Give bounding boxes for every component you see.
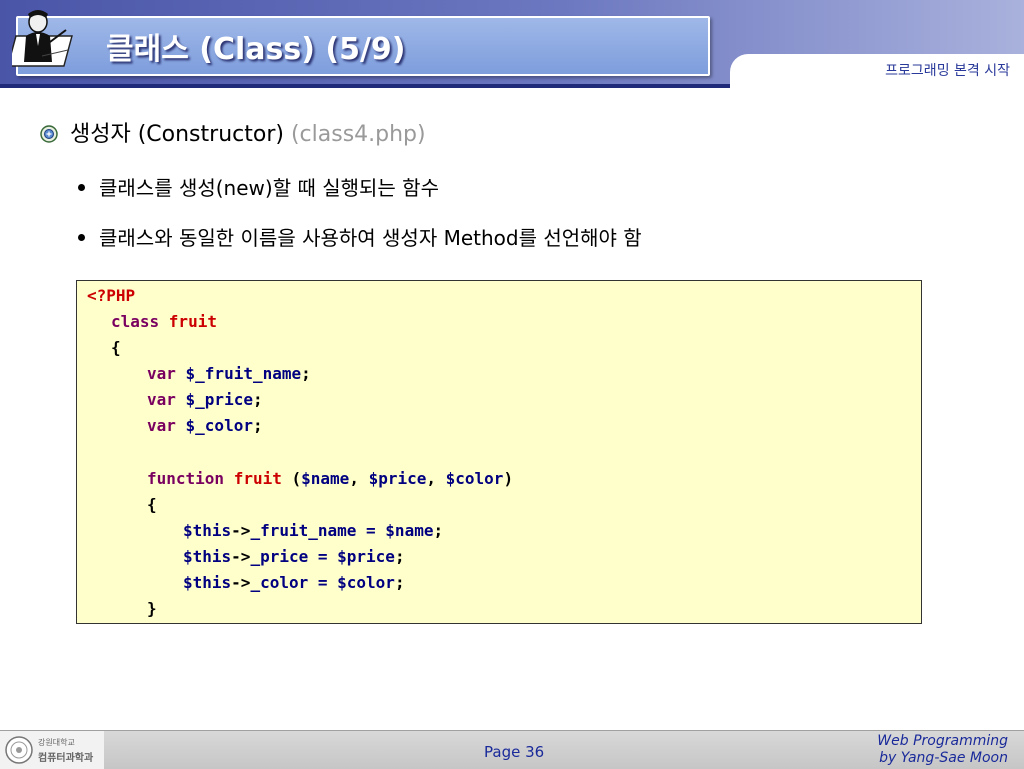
code-comma: , [349,469,369,488]
code-close-brace: } [147,599,157,618]
code-var-keyword: var [147,416,186,435]
code-line-8: function fruit ($name, $price, $color) [147,469,513,489]
footer-credit: Web Programming by Yang-Sae Moon [877,733,1008,767]
code-comma: , [426,469,446,488]
code-class-name: fruit [168,312,217,331]
code-arrow: -> [231,547,251,566]
code-this: $this [183,573,232,592]
code-line-13: } [147,599,157,619]
code-param: $color [445,469,504,488]
code-class-keyword: class [111,312,169,331]
code-variable: $_color [185,416,253,435]
code-block: <?PHP class fruit { var $_fruit_name; va… [76,280,922,624]
code-value: $price [337,547,395,566]
section-subtitle: 프로그래밍 본격 시작 [885,63,1010,79]
university-seal-icon [5,736,33,764]
bullet-item-2: 클래스와 동일한 이름을 사용하여 생성자 Method를 선언해야 함 [78,222,642,251]
code-variable: $_fruit_name [185,364,302,383]
university-emblem-bullet-icon [40,125,58,143]
credit-course: Web Programming [877,733,1008,749]
code-arrow: -> [231,573,251,592]
bullet-item-1: 클래스를 생성(new)할 때 실행되는 함수 [78,172,439,201]
code-value: $name [385,521,434,540]
code-param: $price [368,469,427,488]
main-heading: 생성자 (Constructor) (class4.php) [40,116,426,148]
credit-author: by Yang-Sae Moon [879,750,1008,766]
code-open-brace: { [111,338,121,357]
code-line-2: class fruit [111,312,217,332]
code-function-keyword: function [147,469,234,488]
code-semicolon: ; [252,390,263,409]
heading-filename: (class4.php) [290,122,426,147]
code-line-5: var $_price; [147,390,263,410]
code-line-12: $this->_color = $color; [183,573,405,593]
code-semicolon: ; [252,416,263,435]
code-line-3: { [111,338,121,358]
code-this: $this [183,547,232,566]
presenter-figure-icon [12,10,73,67]
code-param: $name [301,469,350,488]
code-semicolon: ; [394,573,405,592]
code-open-brace: { [147,495,157,514]
code-line-11: $this->_price = $price; [183,547,405,567]
code-line-10: $this->_fruit_name = $name; [183,521,443,541]
code-this: $this [183,521,232,540]
footer-logo-text-top: 강원대학교 [38,738,75,747]
code-semicolon: ; [301,364,311,383]
title-box: 클래스 (Class) (5/9) [16,16,710,76]
footer-bar: 강원대학교 컴퓨터과학과 Page 36 Web Programming by … [0,730,1024,769]
code-var-keyword: var [147,364,186,383]
page-number: Page 36 [484,743,545,761]
code-semicolon: ; [433,521,444,540]
code-line-4: var $_fruit_name; [147,364,311,384]
code-php-open-tag: <?PHP [87,286,136,305]
code-line-1: <?PHP [87,286,135,306]
heading-text: 생성자 (Constructor) [70,122,284,147]
code-property: _color = [250,573,338,592]
subtitle-tab: 프로그래밍 본격 시작 [730,54,1024,88]
footer-logo: 강원대학교 컴퓨터과학과 [0,731,104,769]
bullet-dot-icon [78,234,85,241]
code-semicolon: ; [394,547,405,566]
code-property: _price = [250,547,338,566]
code-arrow: -> [231,521,251,540]
code-property: _fruit_name = [250,521,386,540]
code-var-keyword: var [147,390,186,409]
code-function-name: fruit [233,469,282,488]
bullet-text: 클래스를 생성(new)할 때 실행되는 함수 [99,176,439,200]
code-variable: $_price [185,390,253,409]
footer-logo-text-bottom: 컴퓨터과학과 [38,753,94,764]
code-line-9: { [147,495,157,515]
code-paren-open: ( [281,469,302,488]
code-value: $color [337,573,395,592]
slide-title: 클래스 (Class) (5/9) [106,32,406,67]
bullet-dot-icon [78,184,85,191]
bullet-text: 클래스와 동일한 이름을 사용하여 생성자 Method를 선언해야 함 [99,226,642,250]
code-line-6: var $_color; [147,416,263,436]
code-paren-close: ) [503,469,514,488]
